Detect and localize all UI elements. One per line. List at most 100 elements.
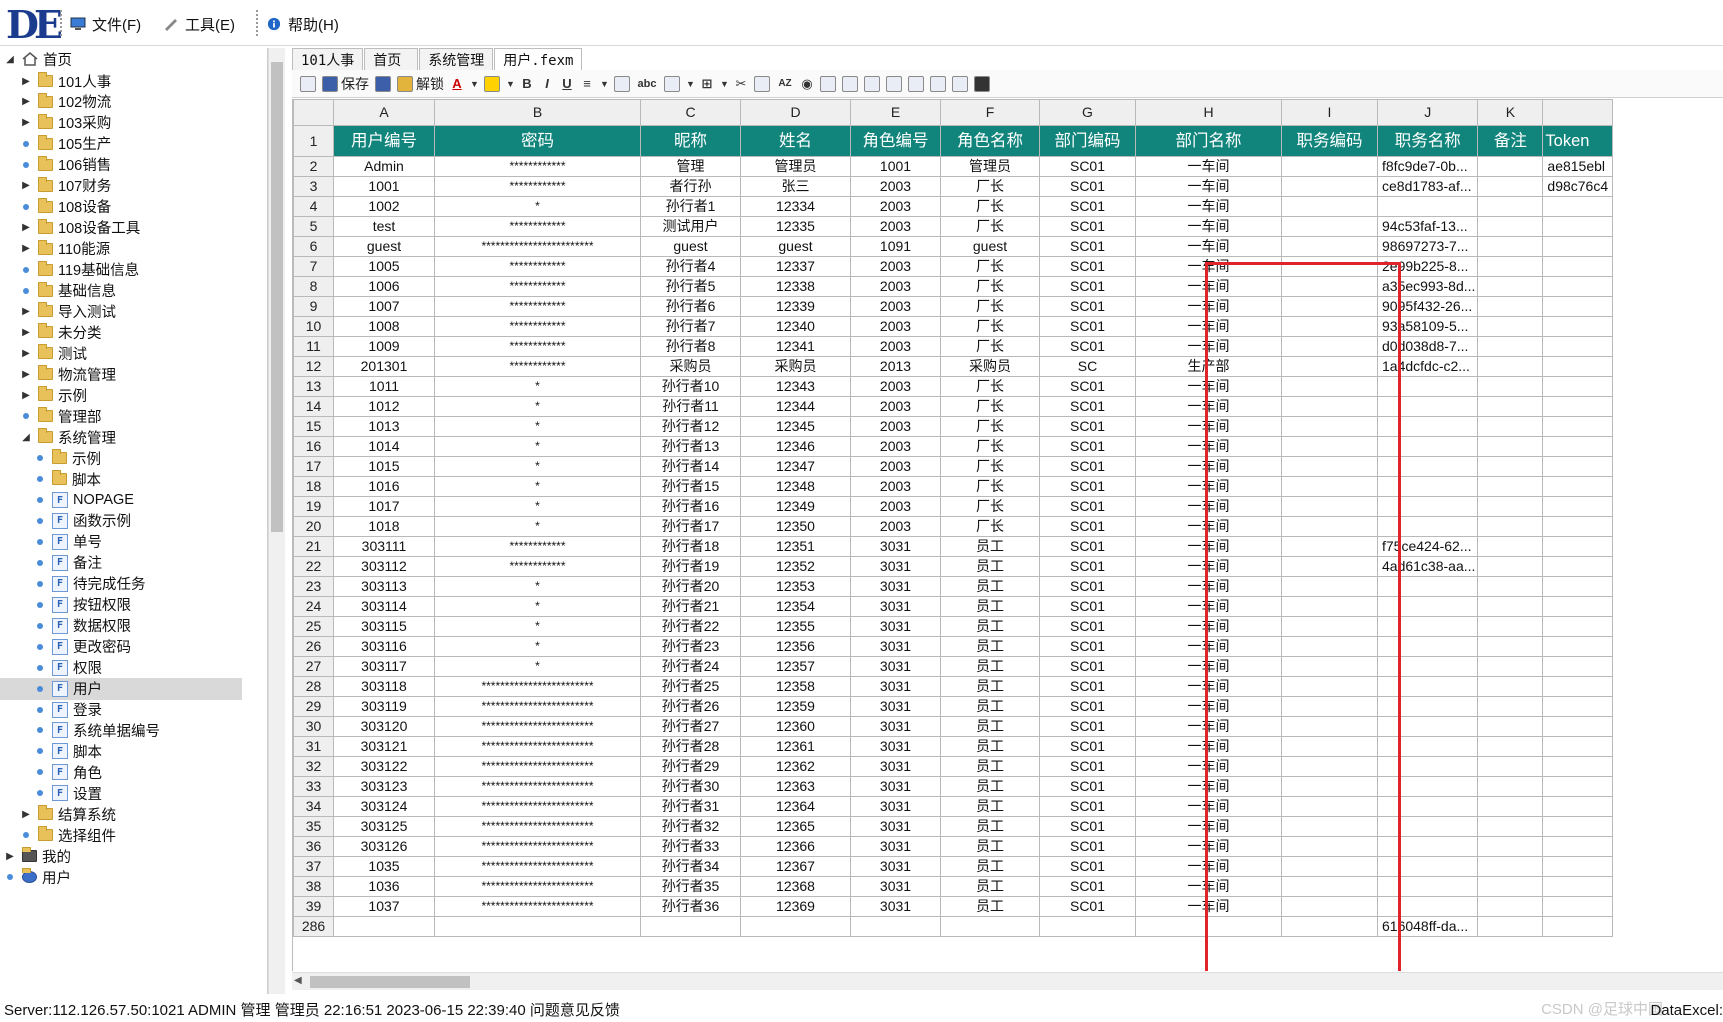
- table-cell[interactable]: ************: [434, 556, 641, 577]
- table-cell[interactable]: 员工: [940, 596, 1040, 617]
- table-cell[interactable]: 12349: [740, 496, 851, 517]
- table-cell[interactable]: 1035: [333, 856, 435, 877]
- table-cell[interactable]: [1542, 256, 1614, 277]
- table-cell[interactable]: [1281, 416, 1378, 437]
- table-cell[interactable]: 303121: [333, 736, 435, 757]
- table-cell[interactable]: 一车间: [1135, 176, 1282, 197]
- leaf-dot-icon[interactable]: [37, 476, 43, 483]
- table-cell[interactable]: [1376, 376, 1479, 397]
- table-cell[interactable]: 孙行者5: [640, 276, 741, 297]
- tree-item[interactable]: 基础信息: [20, 280, 116, 302]
- table-cell[interactable]: 孙行者25: [640, 676, 741, 697]
- table-cell[interactable]: 员工: [940, 616, 1040, 637]
- table-cell[interactable]: 12362: [740, 756, 851, 777]
- table-cell[interactable]: f8fc9de7-0b...: [1376, 156, 1479, 177]
- leaf-dot-icon[interactable]: [37, 727, 43, 734]
- table-cell[interactable]: SC01: [1039, 756, 1136, 777]
- table-cell[interactable]: ************************: [434, 816, 641, 837]
- tab-home[interactable]: 首页: [364, 48, 419, 70]
- table-cell[interactable]: SC01: [1039, 696, 1136, 717]
- column-header[interactable]: I: [1281, 99, 1378, 126]
- column-header[interactable]: A: [333, 99, 435, 126]
- toolbar-grip[interactable]: [256, 10, 260, 36]
- tree-item[interactable]: F 角色: [34, 761, 102, 783]
- table-cell[interactable]: 员工: [940, 796, 1040, 817]
- tree-item[interactable]: F 更改密码: [34, 636, 131, 658]
- table-cell[interactable]: [1542, 276, 1614, 297]
- table-cell[interactable]: 一车间: [1135, 536, 1282, 557]
- disk-icon[interactable]: [974, 75, 990, 92]
- table-cell[interactable]: [1376, 676, 1479, 697]
- leaf-dot-icon[interactable]: [37, 497, 43, 503]
- table-cell[interactable]: [1542, 756, 1614, 777]
- table-cell[interactable]: *: [434, 636, 641, 657]
- table-cell[interactable]: [1281, 396, 1378, 417]
- corner-cell[interactable]: [293, 99, 334, 126]
- table-cell[interactable]: 3031: [850, 656, 941, 677]
- table-cell[interactable]: [1281, 716, 1378, 737]
- table-cell[interactable]: 2003: [850, 496, 941, 517]
- table-cell[interactable]: [1281, 836, 1378, 857]
- table-cell[interactable]: 1016: [333, 476, 435, 497]
- table-cell[interactable]: [1477, 636, 1544, 657]
- table-cell[interactable]: 一车间: [1135, 516, 1282, 537]
- row-header[interactable]: 11: [293, 336, 334, 357]
- table-cell[interactable]: ************************: [434, 836, 641, 857]
- table-cell[interactable]: 12355: [740, 616, 851, 637]
- tab-hr[interactable]: 101人事: [292, 48, 364, 70]
- table-cell[interactable]: [1477, 616, 1544, 637]
- table-cell[interactable]: 303113: [333, 576, 435, 597]
- table-cell[interactable]: 2003: [850, 516, 941, 537]
- table-cell[interactable]: 孙行者30: [640, 776, 741, 797]
- table-cell[interactable]: 孙行者13: [640, 436, 741, 457]
- table-cell[interactable]: 一车间: [1135, 316, 1282, 337]
- table-cell[interactable]: SC01: [1039, 236, 1136, 257]
- table-cell[interactable]: 一车间: [1135, 196, 1282, 217]
- table-cell[interactable]: 孙行者6: [640, 296, 741, 317]
- table-cell[interactable]: [1281, 596, 1378, 617]
- table-cell[interactable]: 厂长: [940, 276, 1040, 297]
- table-cell[interactable]: 孙行者7: [640, 316, 741, 337]
- header-cell[interactable]: 职务编码: [1281, 125, 1378, 157]
- leaf-dot-icon[interactable]: [23, 203, 29, 210]
- table-cell[interactable]: [1376, 736, 1479, 757]
- table-cell[interactable]: 管理员: [940, 156, 1040, 177]
- table-cell[interactable]: 12351: [740, 536, 851, 557]
- collapsed-arrow-icon[interactable]: ▶: [20, 305, 32, 317]
- tree-item[interactable]: ▶ 107财务: [20, 175, 111, 197]
- table-cell[interactable]: [1542, 216, 1614, 237]
- table-cell[interactable]: *: [434, 496, 641, 517]
- table-cell[interactable]: 1005: [333, 256, 435, 277]
- table-cell[interactable]: 12361: [740, 736, 851, 757]
- table-cell[interactable]: SC01: [1039, 376, 1136, 397]
- table-cell[interactable]: 一车间: [1135, 596, 1282, 617]
- table-cell[interactable]: [1477, 436, 1544, 457]
- table-cell[interactable]: [1281, 296, 1378, 317]
- table-cell[interactable]: guest: [740, 236, 851, 257]
- tree-item[interactable]: ▶ 测试: [20, 342, 87, 364]
- table-cell[interactable]: 员工: [940, 816, 1040, 837]
- tree-item[interactable]: F 系统单据编号: [34, 719, 160, 741]
- table-cell[interactable]: 厂长: [940, 196, 1040, 217]
- table-cell[interactable]: [1542, 776, 1614, 797]
- tree-item[interactable]: ▶ 示例: [20, 384, 87, 406]
- table-cell[interactable]: 一车间: [1135, 716, 1282, 737]
- table-cell[interactable]: 2003: [850, 436, 941, 457]
- table-cell[interactable]: 1013: [333, 416, 435, 437]
- table-cell[interactable]: 孙行者15: [640, 476, 741, 497]
- table-cell[interactable]: 2003: [850, 316, 941, 337]
- table-cell[interactable]: [1281, 236, 1378, 257]
- table-cell[interactable]: ************: [434, 296, 641, 317]
- header-cell[interactable]: Token: [1542, 125, 1614, 157]
- table-cell[interactable]: 12337: [740, 256, 851, 277]
- tree-item[interactable]: ▶ 我的: [4, 845, 71, 867]
- table-cell[interactable]: ************: [434, 156, 641, 177]
- row-header[interactable]: 13: [293, 376, 334, 397]
- table-cell[interactable]: 孙行者35: [640, 876, 741, 897]
- row-header[interactable]: 16: [293, 436, 334, 457]
- table-cell[interactable]: [1477, 556, 1544, 577]
- header-cell[interactable]: 昵称: [640, 125, 741, 157]
- table-cell[interactable]: 1012: [333, 396, 435, 417]
- table-cell[interactable]: 2003: [850, 196, 941, 217]
- table-cell[interactable]: [1281, 216, 1378, 237]
